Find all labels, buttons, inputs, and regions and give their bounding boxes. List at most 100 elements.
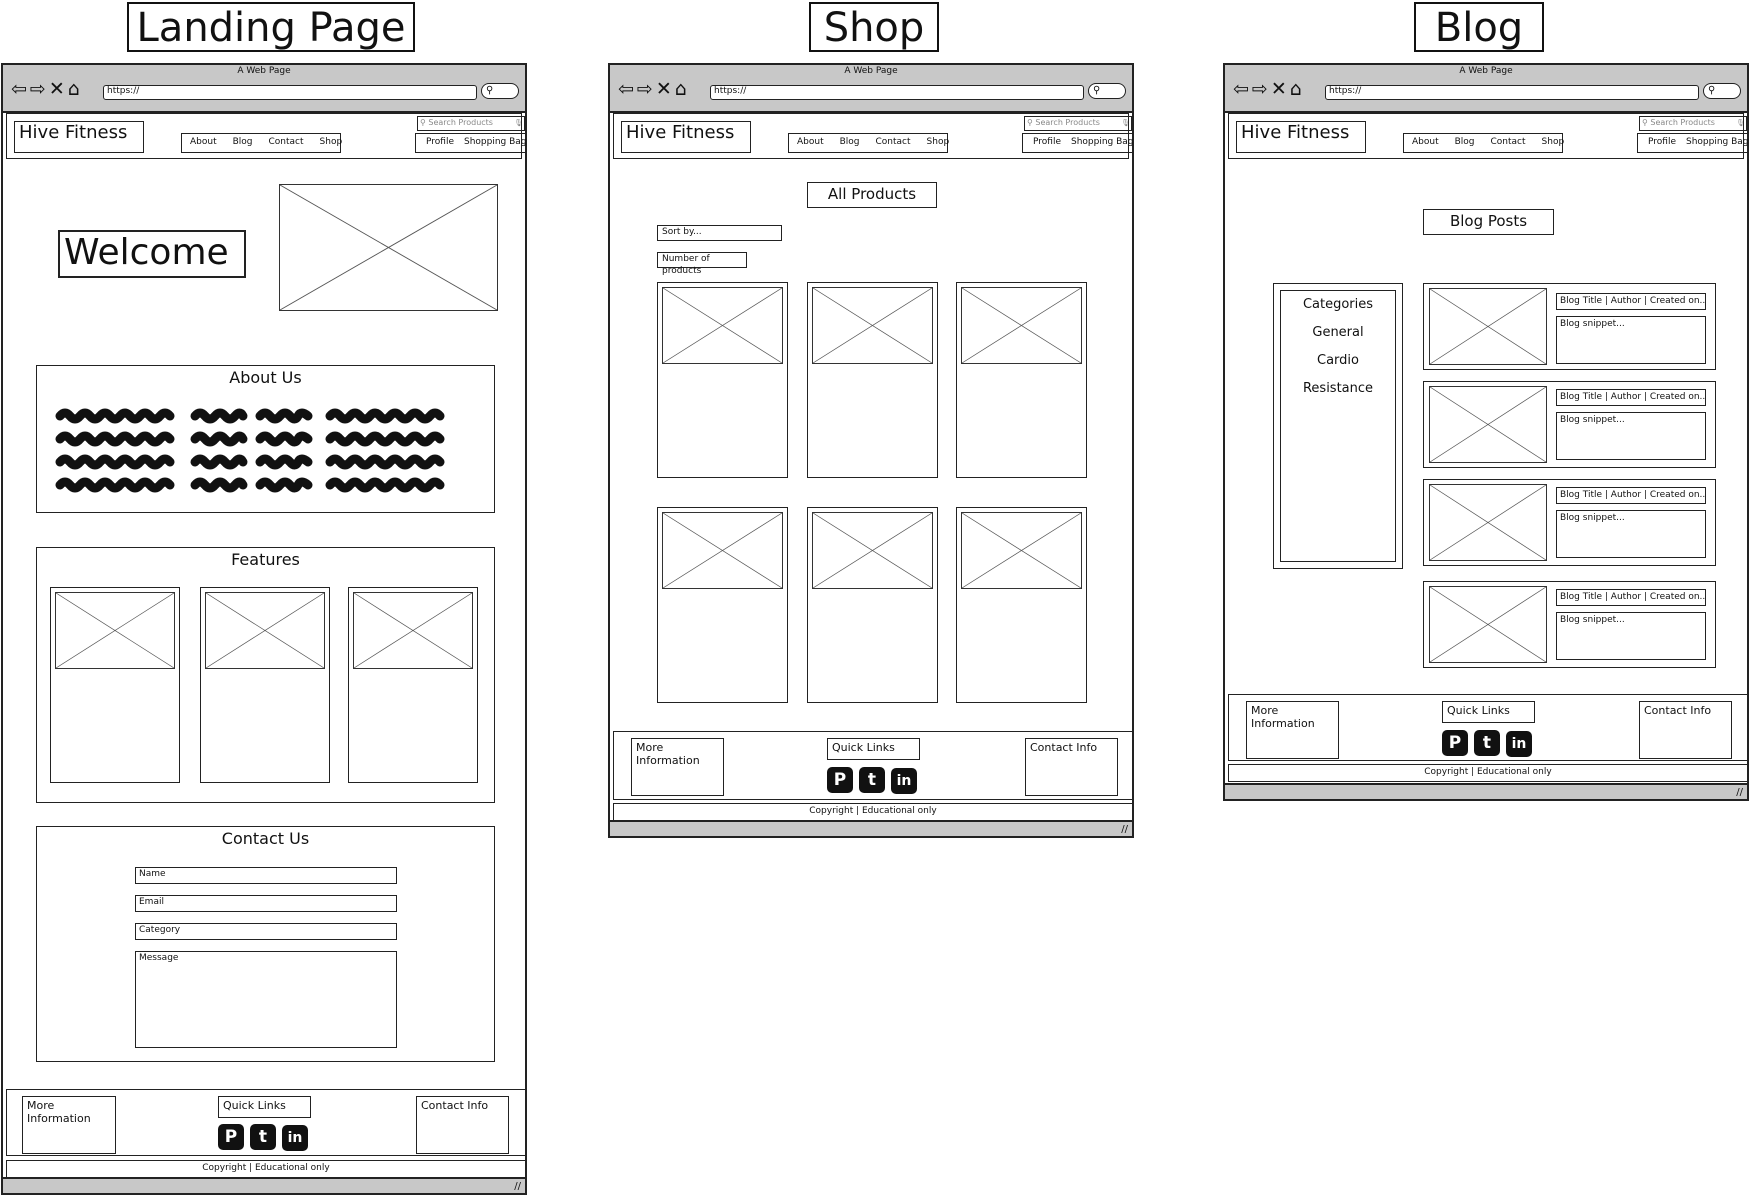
contact-info-box[interactable]: Contact Info: [1025, 738, 1118, 796]
categories-title: Categories: [1302, 297, 1374, 312]
blog-post-title[interactable]: Blog Title | Author | Created on..: [1556, 389, 1706, 406]
mic-icon[interactable]: 🎙: [514, 117, 523, 129]
blog-post-card[interactable]: Blog Title | Author | Created on.. Blog …: [1423, 479, 1716, 566]
twitter-icon[interactable]: t: [859, 767, 885, 793]
more-information-box[interactable]: More Information: [1246, 701, 1339, 759]
contact-info-box[interactable]: Contact Info: [416, 1096, 509, 1154]
nav-blog[interactable]: Blog: [233, 137, 253, 147]
nav-blog[interactable]: Blog: [840, 137, 860, 147]
profile-link[interactable]: Profile: [1033, 137, 1061, 147]
feature-card[interactable]: [50, 587, 180, 783]
pinterest-icon[interactable]: P: [218, 1124, 244, 1150]
brand-logo[interactable]: Hive Fitness: [621, 121, 751, 153]
feature-card[interactable]: [200, 587, 330, 783]
browser-search-icon[interactable]: ⚲: [1703, 83, 1741, 99]
image-placeholder-icon: [56, 593, 174, 668]
browser-search-icon[interactable]: ⚲: [1088, 83, 1126, 99]
nav-contact[interactable]: Contact: [269, 137, 304, 147]
browser-search-icon[interactable]: ⚲: [481, 83, 519, 99]
nav-contact[interactable]: Contact: [1491, 137, 1526, 147]
nav-shop[interactable]: Shop: [320, 137, 343, 147]
pinterest-icon[interactable]: P: [1442, 730, 1468, 756]
linkedin-icon[interactable]: in: [1506, 731, 1532, 757]
browser-nav-icons[interactable]: ⇦⇨✕⌂: [618, 79, 690, 99]
image-placeholder-icon: [663, 513, 782, 588]
quick-links-box[interactable]: Quick Links: [1442, 701, 1535, 723]
product-card[interactable]: [807, 282, 938, 478]
contact-info-box[interactable]: Contact Info: [1639, 701, 1732, 759]
nav-about[interactable]: About: [190, 137, 217, 147]
nav-shop[interactable]: Shop: [927, 137, 950, 147]
resize-grip-icon[interactable]: //: [514, 1181, 521, 1193]
twitter-icon[interactable]: t: [1474, 730, 1500, 756]
blog-post-card[interactable]: Blog Title | Author | Created on.. Blog …: [1423, 381, 1716, 468]
shopping-bag-link[interactable]: Shopping Bag: [1686, 137, 1749, 147]
mic-icon[interactable]: 🎙: [1736, 117, 1745, 129]
blog-post-card[interactable]: Blog Title | Author | Created on.. Blog …: [1423, 581, 1716, 668]
name-field[interactable]: Name: [135, 867, 397, 884]
quick-links-box[interactable]: Quick Links: [218, 1096, 311, 1118]
mic-icon[interactable]: 🎙: [1121, 117, 1130, 129]
product-card[interactable]: [807, 507, 938, 703]
categories-panel: Categories General Cardio Resistance: [1273, 283, 1403, 569]
categories-inner: Categories General Cardio Resistance: [1280, 290, 1396, 562]
feature-image: [353, 592, 473, 669]
window-title: A Web Page: [237, 66, 291, 76]
nav-about[interactable]: About: [797, 137, 824, 147]
profile-link[interactable]: Profile: [1648, 137, 1676, 147]
browser-nav-icons[interactable]: ⇦⇨✕⌂: [11, 79, 83, 99]
shopping-bag-link[interactable]: Shopping Bag: [464, 137, 527, 147]
quick-links-box[interactable]: Quick Links: [827, 738, 920, 760]
product-card[interactable]: [657, 282, 788, 478]
status-bar: //: [3, 1177, 525, 1193]
category-cardio[interactable]: Cardio: [1281, 353, 1395, 368]
browser-chrome: A Web Page ⇦⇨✕⌂ https:// ⚲: [1225, 65, 1747, 113]
category-field[interactable]: Category: [135, 923, 397, 940]
nav-about[interactable]: About: [1412, 137, 1439, 147]
image-placeholder-icon: [813, 288, 932, 363]
sort-by-dropdown[interactable]: Sort by...: [657, 225, 782, 241]
product-search-input[interactable]: ⚲ Search Products 🎙: [1639, 116, 1747, 131]
product-card[interactable]: [657, 507, 788, 703]
blog-post-image: [1429, 586, 1547, 663]
main-nav: About Blog Contact Shop: [788, 133, 950, 153]
shopping-bag-link[interactable]: Shopping Bag: [1071, 137, 1134, 147]
feature-image: [205, 592, 325, 669]
url-bar[interactable]: https://: [710, 85, 1084, 100]
image-placeholder-icon: [280, 185, 497, 310]
product-card[interactable]: [956, 282, 1087, 478]
nav-blog[interactable]: Blog: [1455, 137, 1475, 147]
blog-post-title[interactable]: Blog Title | Author | Created on..: [1556, 487, 1706, 504]
url-bar[interactable]: https://: [1325, 85, 1699, 100]
browser-nav-icons[interactable]: ⇦⇨✕⌂: [1233, 79, 1305, 99]
blog-post-title[interactable]: Blog Title | Author | Created on..: [1556, 589, 1706, 606]
product-card[interactable]: [956, 507, 1087, 703]
profile-link[interactable]: Profile: [426, 137, 454, 147]
more-information-box[interactable]: More Information: [631, 738, 724, 796]
brand-logo[interactable]: Hive Fitness: [14, 121, 144, 153]
product-search-input[interactable]: ⚲ Search Products 🎙: [1024, 116, 1132, 131]
url-bar[interactable]: https://: [103, 85, 477, 100]
more-information-box[interactable]: More Information: [22, 1096, 116, 1154]
product-image: [812, 512, 933, 589]
nav-shop[interactable]: Shop: [1542, 137, 1565, 147]
blog-post-title[interactable]: Blog Title | Author | Created on..: [1556, 293, 1706, 310]
linkedin-icon[interactable]: in: [891, 768, 917, 794]
email-field[interactable]: Email: [135, 895, 397, 912]
resize-grip-icon[interactable]: //: [1121, 824, 1128, 836]
twitter-icon[interactable]: t: [250, 1124, 276, 1150]
account-nav: Profile Shopping Bag: [1637, 133, 1749, 153]
linkedin-icon[interactable]: in: [282, 1125, 308, 1151]
resize-grip-icon[interactable]: //: [1736, 787, 1743, 799]
social-icons: Pt in: [1442, 730, 1538, 757]
brand-logo[interactable]: Hive Fitness: [1236, 121, 1366, 153]
product-search-input[interactable]: ⚲ Search Products 🎙: [417, 116, 525, 131]
contact-title: Contact Us: [221, 829, 310, 848]
pinterest-icon[interactable]: P: [827, 767, 853, 793]
category-resistance[interactable]: Resistance: [1281, 381, 1395, 396]
message-field[interactable]: Message: [135, 951, 397, 1048]
feature-card[interactable]: [348, 587, 478, 783]
nav-contact[interactable]: Contact: [876, 137, 911, 147]
category-general[interactable]: General: [1281, 325, 1395, 340]
blog-post-card[interactable]: Blog Title | Author | Created on.. Blog …: [1423, 283, 1716, 370]
